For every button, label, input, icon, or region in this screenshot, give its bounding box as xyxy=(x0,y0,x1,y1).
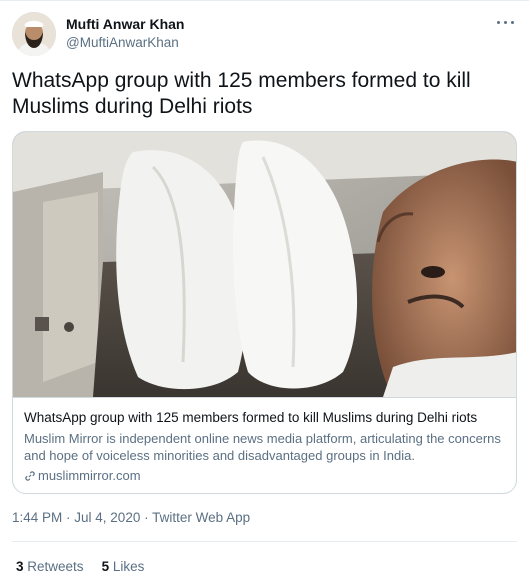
avatar[interactable] xyxy=(12,12,56,56)
tweet: Mufti Anwar Khan @MuftiAnwarKhan WhatsAp… xyxy=(0,0,529,584)
meta-separator: · xyxy=(62,510,75,525)
likes-count: 5 xyxy=(101,559,110,574)
link-icon xyxy=(24,470,36,485)
more-dot xyxy=(504,21,507,24)
more-options-icon[interactable] xyxy=(495,14,517,30)
author-name[interactable]: Mufti Anwar Khan xyxy=(66,16,184,32)
more-dot xyxy=(511,21,514,24)
likes-label: Likes xyxy=(112,559,145,574)
author-handle[interactable]: @MuftiAnwarKhan xyxy=(66,35,179,50)
card-image[interactable] xyxy=(13,132,516,397)
tweet-source[interactable]: Twitter Web App xyxy=(152,510,250,525)
card-body: WhatsApp group with 125 members formed t… xyxy=(13,397,516,493)
card-title[interactable]: WhatsApp group with 125 members formed t… xyxy=(24,410,477,425)
card-domain-row[interactable]: muslimmirror.com xyxy=(24,468,141,485)
meta-divider xyxy=(12,541,517,542)
tweet-text: WhatsApp group with 125 members formed t… xyxy=(12,69,471,118)
retweets-count: 3 xyxy=(16,559,24,574)
card-domain[interactable]: muslimmirror.com xyxy=(38,468,141,483)
top-divider xyxy=(0,0,529,1)
card-description: Muslim Mirror is independent online news… xyxy=(24,431,501,463)
retweets-stat[interactable]: 3 Retweets xyxy=(16,559,84,574)
likes-stat[interactable]: 5 Likes xyxy=(102,559,145,574)
tweet-stats: 3 Retweets 5 Likes xyxy=(16,559,144,574)
more-dot xyxy=(497,21,500,24)
tweet-date[interactable]: Jul 4, 2020 xyxy=(74,510,140,525)
tweet-header: Mufti Anwar Khan @MuftiAnwarKhan xyxy=(12,12,517,60)
tweet-time[interactable]: 1:44 PM xyxy=(12,510,62,525)
avatar-image xyxy=(12,12,56,56)
tweet-meta: 1:44 PM · Jul 4, 2020 · Twitter Web App xyxy=(12,510,250,525)
retweets-label: Retweets xyxy=(27,559,84,574)
photo-thumbnail xyxy=(13,132,516,397)
link-card[interactable]: WhatsApp group with 125 members formed t… xyxy=(12,131,517,494)
meta-separator: · xyxy=(140,510,153,525)
